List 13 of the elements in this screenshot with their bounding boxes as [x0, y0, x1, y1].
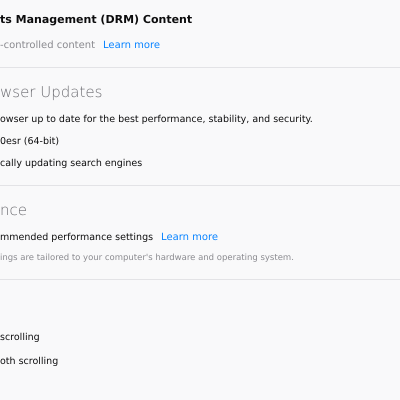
learn-more-link[interactable]: Learn more: [103, 40, 160, 51]
setting-title: ts Management (DRM) Content: [0, 13, 194, 27]
setting-label: scrolling: [0, 331, 41, 345]
setting-text: cally updating search engines: [0, 157, 144, 171]
section-heading: wser Updates: [0, 82, 104, 102]
section-heading: nce: [0, 200, 28, 220]
learn-more-link[interactable]: Learn more: [161, 232, 218, 243]
setting-text: owser up to date for the best performance, stability, and security.: [0, 113, 314, 127]
setting-note: ings are tailored to your computer's hardware and operating system.: [0, 252, 295, 265]
setting-description: -controlled content: [0, 40, 96, 51]
setting-label: oth scrolling: [0, 355, 60, 369]
setting-text: 0esr (64-bit): [0, 135, 60, 149]
setting-label: mmended performance settings: [0, 231, 154, 245]
